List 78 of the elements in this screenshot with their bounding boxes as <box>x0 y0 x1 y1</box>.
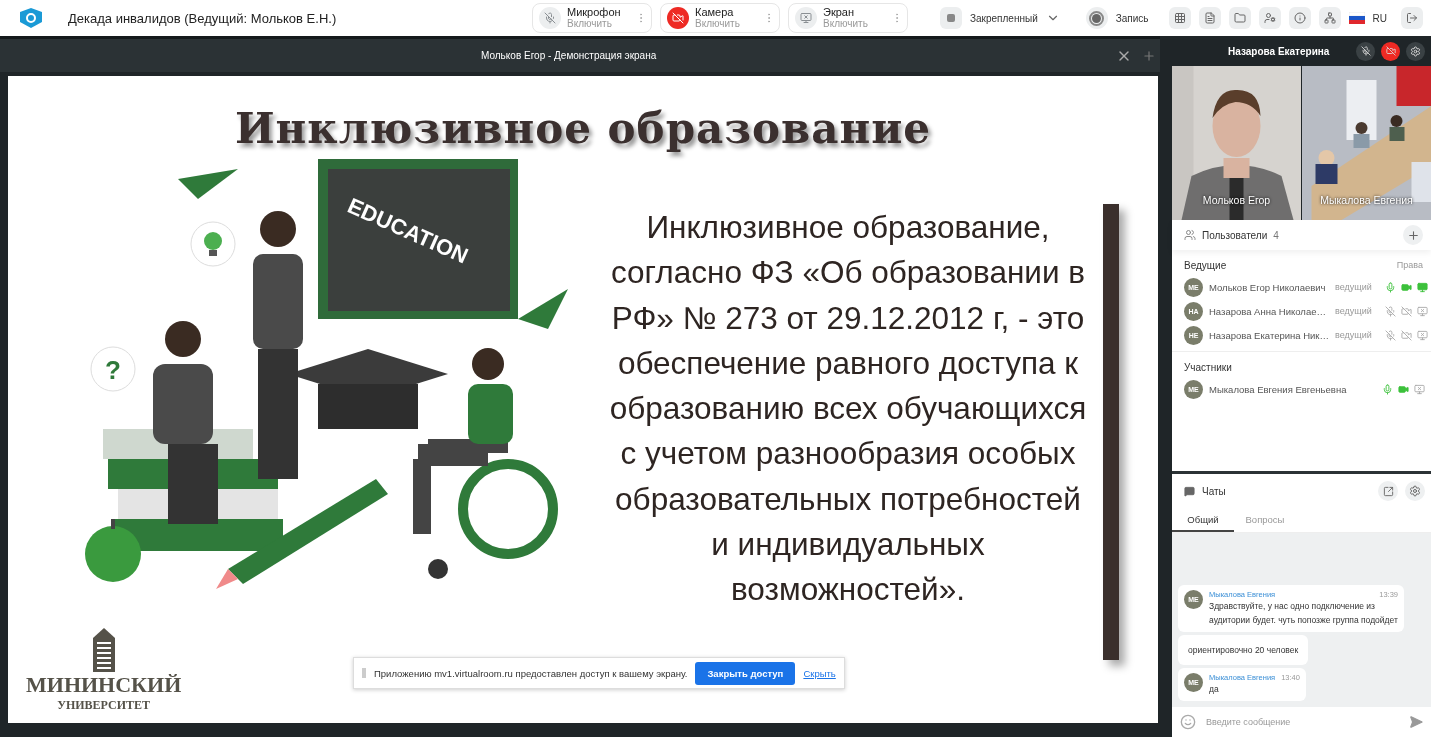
user-name: Назарова Екатерина Ник… <box>1209 329 1329 341</box>
settings-icon[interactable] <box>1406 41 1425 61</box>
hide-link[interactable]: Скрыть <box>803 667 836 679</box>
user-role: ведущий <box>1335 306 1373 316</box>
send-icon[interactable] <box>1409 715 1423 729</box>
layout-label[interactable]: Закрепленный <box>970 12 1038 24</box>
control-action: Включить <box>823 18 869 30</box>
users-icon <box>1184 229 1196 241</box>
control-label: Экран <box>823 6 855 18</box>
mic-control[interactable]: Микрофон Включить <box>532 3 652 33</box>
control-label: Микрофон <box>567 6 622 18</box>
video-name: Мольков Егор <box>1201 194 1272 206</box>
chat-title: Чаты <box>1202 485 1227 497</box>
video-name: Мыкалова Евгения <box>1319 194 1414 206</box>
pinned-user-name: Назарова Екатерина <box>1228 45 1331 57</box>
notes-icon[interactable] <box>1198 7 1221 29</box>
screen-off-icon[interactable] <box>1417 329 1428 341</box>
popout-icon[interactable] <box>1378 481 1398 501</box>
user-role: ведущий <box>1335 330 1373 340</box>
question-badge: ? <box>90 346 136 392</box>
user-name: Мольков Егор Николаевич <box>1209 281 1327 293</box>
record-label[interactable]: Запись <box>1115 12 1149 24</box>
paper-plane-icon <box>518 289 568 329</box>
notice-text: Приложению mv1.virtualroom.ru предоставлен доступ к вашему экрану. <box>374 667 688 679</box>
emoji-icon[interactable] <box>1180 714 1196 730</box>
camera-control[interactable]: Камера Включить <box>660 3 780 33</box>
folder-icon[interactable] <box>1228 7 1251 29</box>
users-count: 4 <box>1273 229 1280 241</box>
user-settings-icon[interactable] <box>1258 7 1281 29</box>
control-action: Включить <box>567 18 612 30</box>
slide-title: Инклюзивное образование <box>233 104 933 153</box>
apple-drawing <box>85 519 141 582</box>
flag-icon[interactable] <box>1348 12 1365 24</box>
message-input[interactable]: Введите сообщение <box>1204 716 1401 728</box>
control-action: Включить <box>695 18 741 30</box>
mic-icon[interactable] <box>1382 383 1393 395</box>
screen-off-icon[interactable] <box>1414 383 1425 395</box>
logo-icon <box>18 8 44 28</box>
screen-control[interactable]: Экран Включить <box>788 3 908 33</box>
settings-icon[interactable] <box>1405 481 1425 501</box>
record-icon[interactable] <box>1085 7 1108 29</box>
camera-icon[interactable] <box>1398 383 1409 395</box>
user-name: Назарова Анна Николае… <box>1209 305 1327 317</box>
grid-icon[interactable] <box>1168 7 1191 29</box>
group-title: Участники <box>1184 362 1232 373</box>
message-text: ориентировочно 20 человек <box>1188 644 1299 657</box>
users-title: Пользователи <box>1202 229 1268 241</box>
screen-off-icon[interactable] <box>1417 305 1428 317</box>
camera-off-icon[interactable] <box>1381 41 1400 61</box>
conference-title: Декада инвалидов (Ведущий: Мольков Е.Н.) <box>68 10 338 26</box>
lightbulb-icon <box>190 221 236 267</box>
paper-plane-icon <box>178 169 238 199</box>
layout-icon[interactable] <box>940 7 962 29</box>
control-label: Камера <box>695 6 734 18</box>
add-user-icon[interactable] <box>1403 225 1423 245</box>
camera-icon[interactable] <box>1401 281 1412 293</box>
language-label[interactable]: RU <box>1372 12 1387 24</box>
network-icon[interactable] <box>1318 7 1341 29</box>
slide-text: Инклюзивное образование, согласно ФЗ «Об образовании в РФ» № 273 от 29.12.2012 г, - это обеспечение равного доступа к образованию всех обучающихся с учетом разнообразия особых образовательных потребностей и индивидуальных возможностей». <box>608 208 1088 610</box>
info-icon[interactable] <box>1288 7 1311 29</box>
add-icon[interactable] <box>1142 48 1156 63</box>
mic-off-icon[interactable] <box>1356 41 1375 61</box>
tower-icon <box>90 628 117 672</box>
exit-icon[interactable] <box>1401 7 1423 29</box>
screen-icon[interactable] <box>1417 281 1428 293</box>
chat-icon <box>1184 485 1195 497</box>
message-text: да <box>1209 683 1220 696</box>
mic-icon[interactable] <box>1385 281 1396 293</box>
group-title: Ведущие <box>1184 260 1227 271</box>
user-name: Мыкалова Евгения Евгеньевна <box>1209 383 1348 395</box>
stop-sharing-button[interactable]: Закрыть доступ <box>695 661 796 685</box>
screen-share-title: Мольков Егор - Демонстрация экрана <box>481 50 658 61</box>
logo-text: МИНИНСКИЙ <box>26 672 182 698</box>
user-role: ведущий <box>1335 282 1373 292</box>
message-text: Здравствуйте, у нас одно подключение из аудитории будет. чуть попозже группа подойдет <box>1209 600 1398 627</box>
drag-handle-icon[interactable] <box>362 668 366 678</box>
rights-label: Права <box>1396 260 1423 271</box>
logo-subtext: УНИВЕРСИТЕТ <box>57 698 151 713</box>
